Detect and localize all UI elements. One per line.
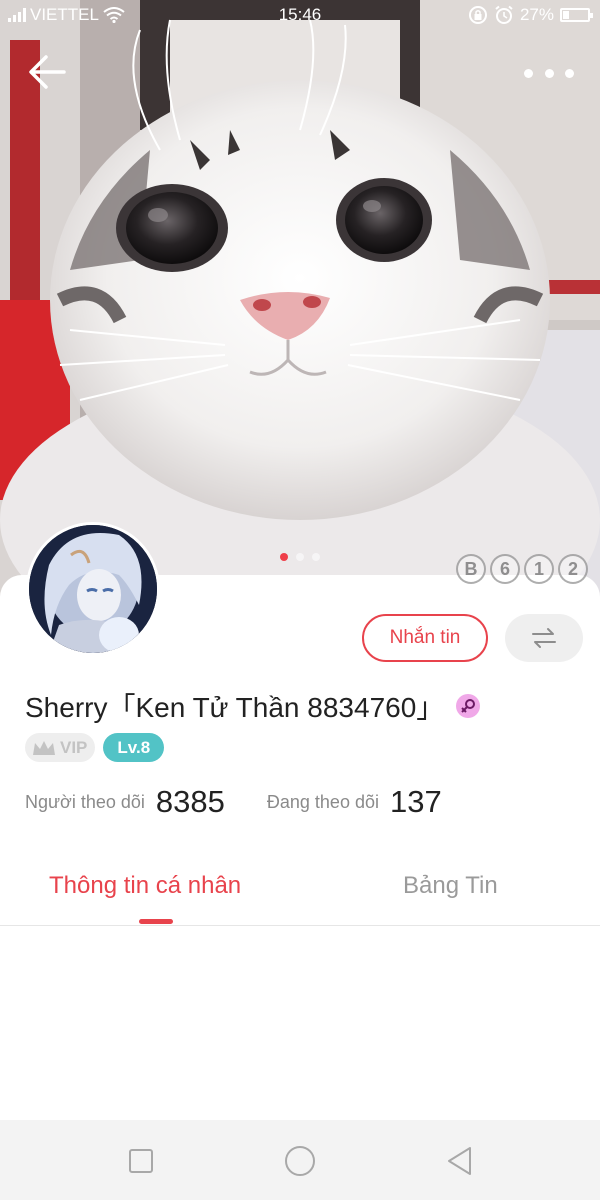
avatar[interactable] <box>26 522 160 656</box>
square-recent-icon <box>129 1149 153 1173</box>
vip-label: VIP <box>60 737 88 757</box>
stats-row: Người theo dõi 8385 Đang theo dõi 137 <box>25 784 484 820</box>
alarm-icon <box>495 5 513 24</box>
followers-stat[interactable]: Người theo dõi 8385 <box>25 784 225 820</box>
tab-news-feed[interactable]: Bảng Tin <box>403 872 498 900</box>
followers-count: 8385 <box>155 784 225 819</box>
carousel-dot <box>312 553 320 561</box>
tags-row: VIP Lv.8 <box>25 733 165 762</box>
more-options-button[interactable] <box>524 60 574 86</box>
battery-percent: 27% <box>519 5 554 24</box>
achievement-badges: B612 <box>456 554 588 584</box>
username-row: Sherry「Ken Tử Thần 8834760」 <box>25 686 481 726</box>
arrow-left-icon <box>29 55 66 89</box>
following-stat[interactable]: Đang theo dõi 137 <box>267 784 442 820</box>
carousel-dot <box>296 553 304 561</box>
recent-apps-button[interactable] <box>125 1145 157 1177</box>
message-button[interactable]: Nhắn tin <box>362 614 488 662</box>
carousel-dot <box>280 553 288 561</box>
tab-personal-info[interactable]: Thông tin cá nhân <box>49 872 241 900</box>
profile-tabs: Thông tin cá nhân Bảng Tin <box>0 850 600 926</box>
lock-rotation-icon <box>468 6 487 24</box>
cat-photo <box>0 0 600 600</box>
more-horizontal-icon <box>524 68 533 78</box>
status-bar: VIETTEL 15:46 27% <box>0 0 600 30</box>
badge-0: B <box>456 554 486 584</box>
username: Sherry「Ken Tử Thần 8834760」 <box>25 692 445 723</box>
switch-button[interactable] <box>505 614 583 662</box>
badge-1: 6 <box>490 554 520 584</box>
circle-home-icon <box>285 1146 315 1176</box>
swap-arrows-icon <box>532 628 556 648</box>
system-back-button[interactable] <box>444 1145 476 1177</box>
cover-photo[interactable] <box>0 0 600 600</box>
home-button[interactable] <box>284 1145 316 1177</box>
system-navigation-bar <box>0 1120 600 1200</box>
crown-icon <box>33 740 55 755</box>
following-count: 137 <box>389 784 442 819</box>
badge-2: 1 <box>524 554 554 584</box>
profile-sheet <box>0 575 600 1120</box>
badge-3: 2 <box>558 554 588 584</box>
followers-label: Người theo dõi <box>25 791 145 812</box>
avatar-image <box>29 525 157 653</box>
following-label: Đang theo dõi <box>266 791 379 812</box>
level-badge: Lv.8 <box>103 733 165 762</box>
back-button[interactable] <box>26 52 70 92</box>
female-icon <box>456 694 481 718</box>
active-tab-indicator <box>139 919 173 924</box>
vip-badge: VIP <box>25 733 96 762</box>
triangle-back-icon <box>448 1147 471 1175</box>
battery-icon <box>560 8 593 22</box>
